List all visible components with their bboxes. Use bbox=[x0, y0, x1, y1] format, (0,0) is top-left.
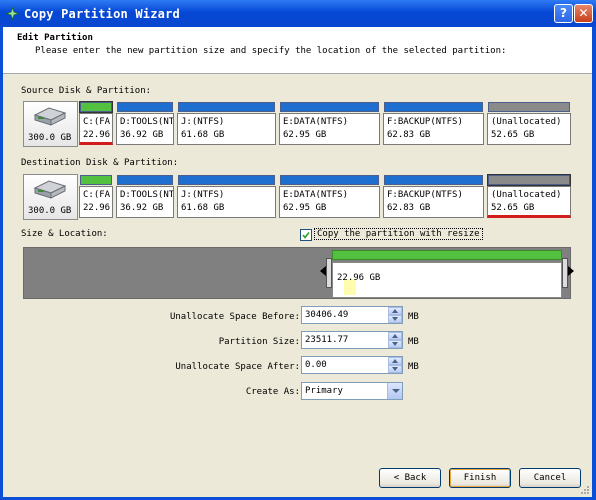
destination-partition-unallocated[interactable]: (Unallocated) 52.65 GB bbox=[487, 174, 571, 218]
destination-disk-size: 300.0 GB bbox=[28, 206, 72, 216]
resize-grip-icon[interactable] bbox=[580, 485, 590, 495]
finish-button[interactable]: Finish bbox=[449, 468, 511, 488]
after-down-button[interactable] bbox=[388, 365, 402, 373]
destination-partition-d[interactable]: D:TOOLS(NT 36.92 GB bbox=[116, 174, 174, 218]
left-arrow-icon bbox=[320, 266, 326, 276]
wizard-header: Edit Partition Please enter the new part… bbox=[3, 27, 592, 74]
size-unit: MB bbox=[408, 337, 419, 347]
create-as-value: Primary bbox=[305, 386, 343, 396]
cancel-button[interactable]: Cancel bbox=[519, 468, 581, 488]
header-subtitle: Please enter the new partition size and … bbox=[35, 46, 507, 56]
source-partition-c[interactable]: C:(FA 22.96 bbox=[79, 101, 113, 145]
help-button[interactable]: ? bbox=[554, 4, 573, 23]
close-button[interactable]: ✕ bbox=[574, 4, 593, 23]
header-title: Edit Partition bbox=[17, 33, 93, 43]
after-unit: MB bbox=[408, 362, 419, 372]
size-label: Partition Size: bbox=[218, 337, 300, 347]
source-disk-label: Source Disk & Partition: bbox=[21, 86, 152, 96]
after-input[interactable]: 0.00 bbox=[301, 356, 403, 374]
after-label: Unallocate Space After: bbox=[175, 362, 300, 372]
destination-disk-icon[interactable]: 300.0 GB bbox=[23, 174, 78, 220]
checkmark-icon bbox=[302, 232, 310, 239]
before-value: 30406.49 bbox=[305, 310, 349, 320]
right-arrow-icon bbox=[568, 266, 574, 276]
create-as-label: Create As: bbox=[245, 387, 300, 397]
dialog-body: Edit Partition Please enter the new part… bbox=[3, 27, 592, 497]
title-bar[interactable]: Copy Partition Wizard ? ✕ bbox=[0, 0, 596, 27]
destination-disk-map: 300.0 GB C:(FA 22.96 D:TOOLS(NT 36.92 GB J… bbox=[23, 174, 571, 220]
destination-disk-label: Destination Disk & Partition: bbox=[21, 158, 179, 168]
after-up-button[interactable] bbox=[388, 357, 402, 365]
source-partition-d[interactable]: D:TOOLS(NT 36.92 GB bbox=[116, 101, 174, 145]
copy-resize-checkbox[interactable] bbox=[300, 229, 312, 241]
create-as-select[interactable]: Primary bbox=[301, 382, 403, 400]
dropdown-arrow-icon[interactable] bbox=[387, 383, 402, 399]
partition-range[interactable]: 22.96 GB bbox=[320, 248, 574, 298]
before-label: Unallocate Space Before: bbox=[169, 312, 300, 322]
before-input[interactable]: 30406.49 bbox=[301, 306, 403, 324]
back-button[interactable]: < Back bbox=[379, 468, 441, 488]
window-title: Copy Partition Wizard bbox=[24, 7, 180, 21]
before-down-button[interactable] bbox=[388, 315, 402, 323]
size-location-label: Size & Location: bbox=[21, 229, 108, 239]
source-partition-unallocated[interactable]: (Unallocated) 52.65 GB bbox=[487, 101, 571, 145]
source-disk-size: 300.0 GB bbox=[28, 133, 72, 143]
before-up-button[interactable] bbox=[388, 307, 402, 315]
partition-box[interactable]: 22.96 GB bbox=[332, 262, 562, 298]
destination-partition-f[interactable]: F:BACKUP(NTFS) 62.83 GB bbox=[383, 174, 484, 218]
hard-drive-icon bbox=[33, 180, 67, 199]
source-partition-j[interactable]: J:(NTFS) 61.68 GB bbox=[177, 101, 276, 145]
partition-size-input[interactable]: 23511.77 bbox=[301, 331, 403, 349]
copy-partition-wizard-window: Copy Partition Wizard ? ✕ Edit Partition… bbox=[0, 0, 596, 500]
source-partition-e[interactable]: E:DATA(NTFS) 62.95 GB bbox=[279, 101, 380, 145]
size-down-button[interactable] bbox=[388, 340, 402, 348]
before-unit: MB bbox=[408, 312, 419, 322]
size-up-button[interactable] bbox=[388, 332, 402, 340]
partition-size-label: 22.96 GB bbox=[337, 273, 381, 283]
source-partition-f[interactable]: F:BACKUP(NTFS) 62.83 GB bbox=[383, 101, 484, 145]
after-value: 0.00 bbox=[305, 360, 327, 370]
destination-partition-c[interactable]: C:(FA 22.96 bbox=[79, 174, 113, 218]
hard-drive-icon bbox=[33, 107, 67, 126]
source-disk-map: 300.0 GB C:(FA 22.96 D:TOOLS(NT 36.92 GB J… bbox=[23, 101, 571, 147]
copy-resize-label[interactable]: Copy the partition with resize bbox=[314, 228, 483, 240]
source-disk-icon[interactable]: 300.0 GB bbox=[23, 101, 78, 147]
size-value: 23511.77 bbox=[305, 335, 349, 345]
destination-partition-j[interactable]: J:(NTFS) 61.68 GB bbox=[177, 174, 276, 218]
partition-bar bbox=[332, 250, 562, 260]
wizard-app-icon bbox=[6, 7, 19, 20]
size-location-slider[interactable]: 22.96 GB bbox=[23, 247, 574, 299]
destination-partition-e[interactable]: E:DATA(NTFS) 62.95 GB bbox=[279, 174, 380, 218]
